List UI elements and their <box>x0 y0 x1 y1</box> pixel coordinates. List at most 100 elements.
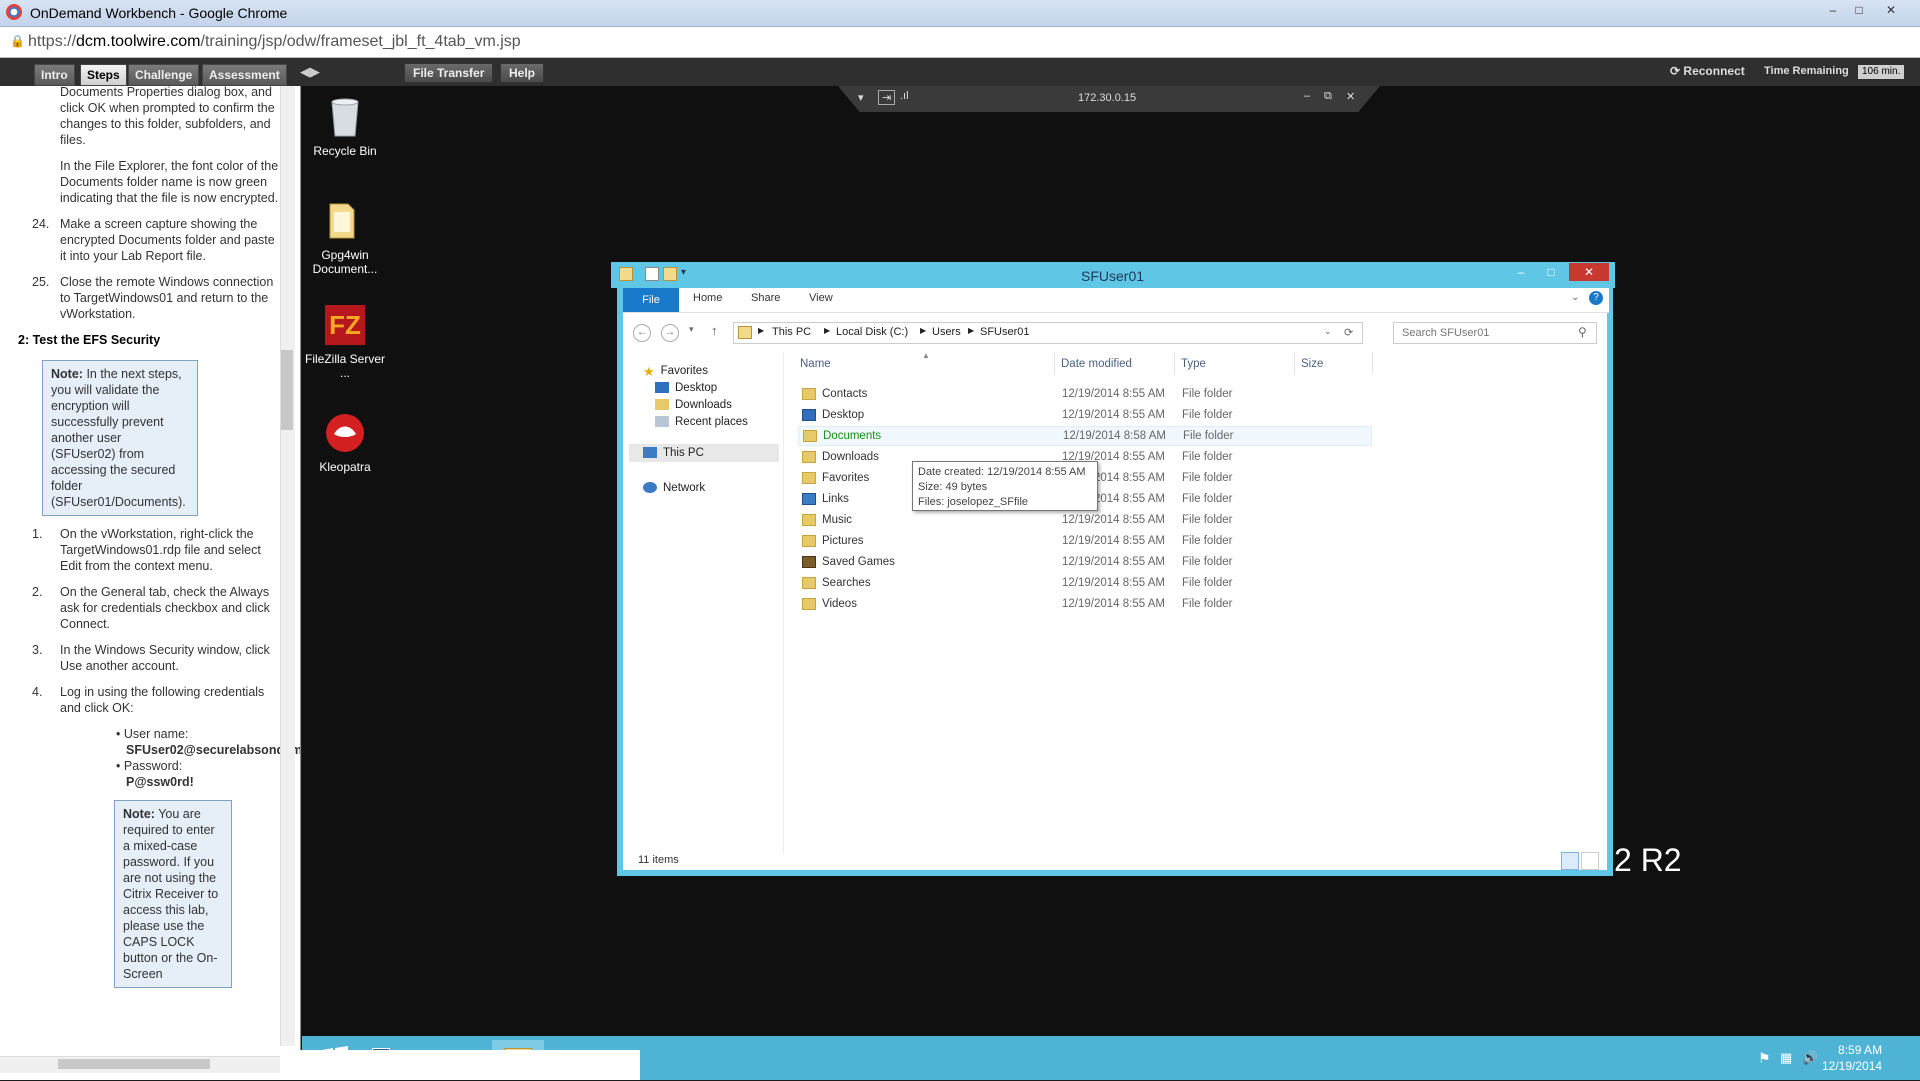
forward-icon[interactable]: → <box>661 324 679 342</box>
recent-locations-icon[interactable]: ▾ <box>689 324 694 335</box>
horizontal-scrollbar-thumb[interactable] <box>58 1059 210 1069</box>
rd-minimize-icon[interactable]: – <box>1304 90 1310 102</box>
refresh-icon: ⟳ <box>1670 64 1681 78</box>
network-tray-icon[interactable]: ▦ <box>1780 1050 1792 1066</box>
desktop-icon <box>802 409 816 421</box>
tab-view[interactable]: View <box>809 292 833 304</box>
breadcrumb-this-pc[interactable]: This PC <box>772 326 811 338</box>
search-input[interactable] <box>1400 326 1574 340</box>
desktop-icon-kleopatra[interactable]: Kleopatra <box>300 410 390 474</box>
instruction-paragraph: In the File Explorer, the font color of … <box>60 159 279 205</box>
breadcrumb-local-disk[interactable]: Local Disk (C:) <box>836 326 908 338</box>
help-button[interactable]: Help <box>500 63 545 83</box>
username-value: SFUser02@securelabsondem <box>126 743 301 757</box>
tab-assessment[interactable]: Assessment <box>202 64 287 86</box>
vertical-scrollbar[interactable] <box>280 86 295 1046</box>
nav-network[interactable]: Network <box>643 482 705 494</box>
column-header-date[interactable]: Date modified <box>1061 358 1132 370</box>
maximize-icon[interactable]: □ <box>1848 2 1870 18</box>
downloads-icon <box>655 399 669 410</box>
search-box[interactable]: ⚲ <box>1393 322 1597 344</box>
table-row[interactable]: Saved Games 12/19/2014 8:55 AM File folder <box>798 553 1372 573</box>
nav-desktop[interactable]: Desktop <box>655 382 717 394</box>
signal-icon: .ıl <box>900 90 909 102</box>
clock[interactable]: 8:59 AM 12/19/2014 <box>1822 1042 1882 1074</box>
breadcrumb-users[interactable]: Users <box>932 326 961 338</box>
rd-restore-icon[interactable]: ⧉ <box>1324 90 1332 103</box>
pin-icon[interactable]: ▾ <box>858 91 864 104</box>
column-header-size[interactable]: Size <box>1301 358 1323 370</box>
tab-steps[interactable]: Steps <box>80 64 127 86</box>
explorer-close-icon[interactable]: ✕ <box>1569 263 1609 281</box>
folder-icon <box>619 267 633 281</box>
table-row[interactable]: Contacts 12/19/2014 8:55 AM File folder <box>798 385 1372 405</box>
details-view-icon[interactable] <box>1561 852 1579 870</box>
desktop-icon-recycle-bin[interactable]: Recycle Bin <box>300 94 390 158</box>
table-row[interactable]: Music 12/19/2014 8:55 AM File folder <box>798 511 1372 531</box>
table-row[interactable]: Searches 12/19/2014 8:55 AM File folder <box>798 574 1372 594</box>
remote-connection-bar: ▾ ⇥ .ıl 172.30.0.15 – ⧉ ✕ <box>838 86 1380 112</box>
minimize-icon[interactable]: – <box>1822 2 1844 18</box>
password-value: P@ssw0rd! <box>126 775 194 789</box>
close-icon[interactable]: ✕ <box>1880 2 1902 18</box>
tab-intro[interactable]: Intro <box>34 64 75 86</box>
step-24: 24. Make a screen capture showing the enc… <box>32 217 275 263</box>
videos-icon <box>802 598 816 610</box>
tab-file[interactable]: File <box>623 288 679 312</box>
help-icon[interactable]: ? <box>1589 291 1603 305</box>
desktop-icon-filezilla[interactable]: FZ FileZilla Server ... <box>300 302 390 380</box>
file-transfer-button[interactable]: File Transfer <box>404 63 494 83</box>
time-remaining-value: 106 min. <box>1858 65 1905 79</box>
lab-toolbar: Intro Steps Challenge Assessment ◀▶ File… <box>0 58 1920 86</box>
new-folder-icon[interactable] <box>663 267 677 281</box>
nav-downloads[interactable]: Downloads <box>655 399 732 411</box>
explorer-maximize-icon[interactable]: □ <box>1537 263 1565 281</box>
breadcrumb[interactable]: ▶ This PC ▶ Local Disk (C:) ▶ Users ▶ SF… <box>733 322 1363 344</box>
section-title: 2: Test the EFS Security <box>18 333 161 347</box>
music-icon <box>802 514 816 526</box>
column-header-type[interactable]: Type <box>1181 358 1206 370</box>
table-row[interactable]: Desktop 12/19/2014 8:55 AM File folder <box>798 406 1372 426</box>
tab-share[interactable]: Share <box>751 292 780 304</box>
explorer-minimize-icon[interactable]: – <box>1507 263 1535 281</box>
nav-this-pc[interactable]: This PC <box>643 447 704 459</box>
search-icon[interactable]: ⚲ <box>1578 325 1587 339</box>
flag-icon[interactable]: ⚑ <box>1758 1050 1771 1067</box>
explorer-title-bar[interactable]: ▾ SFUser01 – □ ✕ <box>611 262 1615 288</box>
nav-recent-places[interactable]: Recent places <box>655 416 748 428</box>
table-row-documents-encrypted[interactable]: Documents 12/19/2014 8:58 AM File folder <box>798 426 1372 446</box>
ribbon-expand-icon[interactable]: ⌄ <box>1571 292 1579 303</box>
scrollbar-thumb[interactable] <box>281 350 293 430</box>
desktop-icon-label: Gpg4win Document... <box>312 248 378 276</box>
column-header-name[interactable]: Name <box>800 358 831 370</box>
nav-favorites[interactable]: ★ Favorites <box>643 364 708 379</box>
lock-icon: 🔒 <box>10 34 25 48</box>
refresh-icon[interactable]: ⟳ <box>1344 326 1353 339</box>
properties-icon[interactable] <box>645 267 659 281</box>
windows-server-watermark: 2 R2 <box>1614 842 1682 878</box>
table-row[interactable]: Videos 12/19/2014 8:55 AM File folder <box>798 595 1372 615</box>
computer-icon <box>643 447 657 458</box>
up-icon[interactable]: ↑ <box>711 323 718 338</box>
tab-home[interactable]: Home <box>693 292 722 304</box>
url-text[interactable]: https://dcm.toolwire.com/training/jsp/od… <box>28 33 521 51</box>
collapse-panel-icon[interactable]: ◀▶ <box>300 64 320 80</box>
browser-title-bar: OnDemand Workbench - Google Chrome – □ ✕ <box>0 0 1920 27</box>
saved-games-icon <box>802 556 816 568</box>
tab-challenge[interactable]: Challenge <box>128 64 200 86</box>
filezilla-icon: FZ <box>322 302 368 348</box>
status-strip <box>298 1050 640 1080</box>
table-row[interactable]: Pictures 12/19/2014 8:55 AM File folder <box>798 532 1372 552</box>
rd-close-icon[interactable]: ✕ <box>1346 90 1355 103</box>
step-1: 1. On the vWorkstation, right-click the T… <box>32 527 261 573</box>
back-icon[interactable]: ← <box>633 324 651 342</box>
reconnect-button[interactable]: ⟳ Reconnect <box>1670 64 1745 78</box>
volume-icon[interactable]: 🔊 <box>1802 1050 1818 1066</box>
address-dropdown-icon[interactable]: ⌄ <box>1324 326 1332 337</box>
address-bar[interactable]: 🔒 https://dcm.toolwire.com/training/jsp/… <box>0 27 1920 58</box>
desktop-icon-gpg4win[interactable]: Gpg4win Document... <box>300 198 390 276</box>
breadcrumb-sfuser01[interactable]: SFUser01 <box>980 326 1030 338</box>
large-icons-view-icon[interactable] <box>1581 852 1599 870</box>
kleopatra-icon <box>322 410 368 456</box>
quick-access-dropdown-icon[interactable]: ▾ <box>681 267 686 278</box>
